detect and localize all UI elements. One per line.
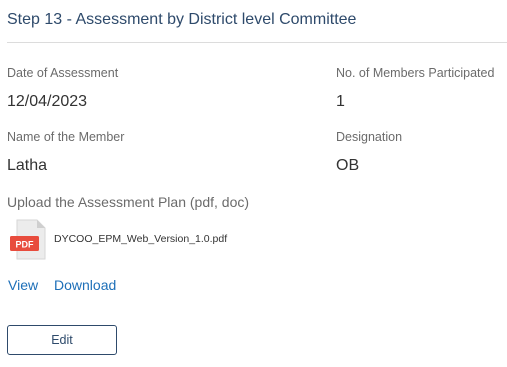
- upload-assessment-plan-label: Upload the Assessment Plan (pdf, doc): [7, 194, 250, 210]
- member-name-label: Name of the Member: [7, 130, 125, 144]
- pdf-badge-text: PDF: [16, 240, 35, 250]
- assessment-step-panel: Step 13 - Assessment by District level C…: [0, 0, 507, 367]
- pdf-file-icon: PDF: [10, 219, 46, 260]
- download-file-link[interactable]: Download: [54, 277, 116, 293]
- date-of-assessment-value: 12/04/2023: [7, 93, 88, 110]
- title-divider: [7, 42, 507, 43]
- uploaded-file-name: DYCOO_EPM_Web_Version_1.0.pdf: [54, 233, 228, 245]
- edit-button[interactable]: Edit: [7, 325, 117, 355]
- section-title: Step 13 - Assessment by District level C…: [7, 11, 357, 28]
- designation-label: Designation: [336, 130, 403, 144]
- members-participated-value: 1: [336, 93, 345, 110]
- view-file-link[interactable]: View: [8, 277, 38, 293]
- designation-value: OB: [336, 157, 360, 174]
- members-participated-label: No. of Members Participated: [336, 66, 495, 80]
- member-name-value: Latha: [7, 157, 48, 174]
- date-of-assessment-label: Date of Assessment: [7, 66, 119, 80]
